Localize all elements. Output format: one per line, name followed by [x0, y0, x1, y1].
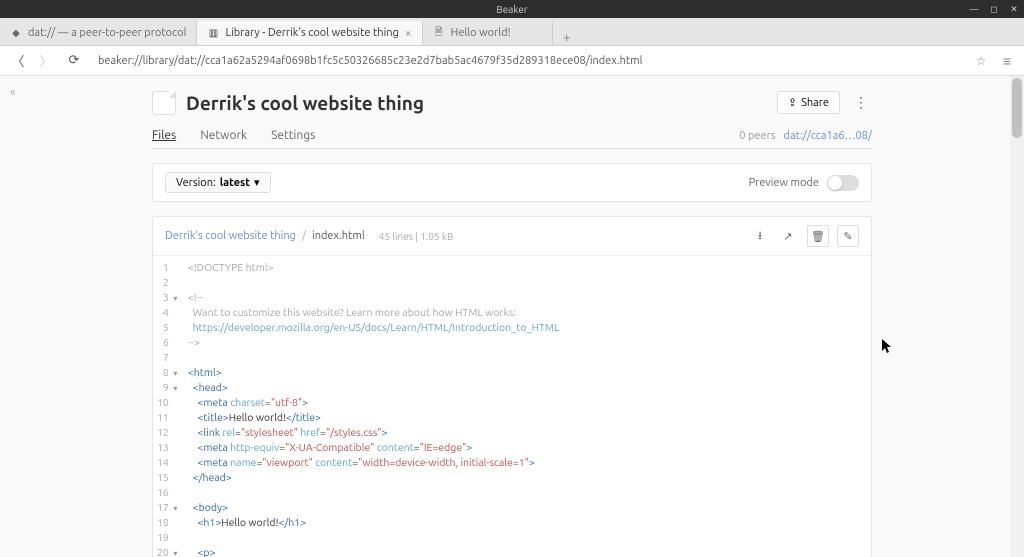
- scrollbar-track[interactable]: [1010, 76, 1024, 557]
- share-label: Share: [801, 97, 829, 109]
- page-favicon-icon: 🗎: [433, 27, 445, 39]
- hamburger-menu-icon[interactable]: ≡: [996, 53, 1018, 69]
- code-viewer[interactable]: 123▾45678▾9▾1011121314151617▾181920▾2122…: [153, 256, 871, 557]
- scrollbar-thumb[interactable]: [1012, 78, 1022, 138]
- version-value: latest: [220, 177, 250, 189]
- tab-close-icon[interactable]: ×: [405, 27, 412, 40]
- preview-mode-toggle[interactable]: [827, 175, 859, 191]
- window-titlebar: Beaker — ◻ ✕: [0, 0, 1024, 18]
- tab-dat-protocol[interactable]: ◆ dat:// — a peer-to-peer protocol: [0, 21, 197, 45]
- browser-tabs: ◆ dat:// — a peer-to-peer protocol ▥ Lib…: [0, 18, 1024, 46]
- download-file-icon[interactable]: ⭳: [749, 225, 771, 247]
- site-file-icon: [152, 91, 176, 115]
- tab-label: Hello world!: [451, 27, 542, 39]
- window-controls: — ◻ ✕: [968, 4, 1020, 15]
- breadcrumb-current: index.html: [312, 230, 365, 242]
- tab-files[interactable]: Files: [152, 123, 176, 148]
- mouse-cursor-icon: [882, 339, 894, 355]
- bookmark-star-icon[interactable]: ☆: [970, 54, 992, 68]
- page-content: « Derrik's cool website thing ⇪ Share ⋮ …: [0, 76, 1024, 557]
- version-label: Version:: [176, 177, 216, 189]
- tab-hello-world[interactable]: 🗎 Hello world!: [423, 21, 553, 45]
- file-meta: 45 lines | 1.05 kB: [379, 231, 454, 242]
- peers-count: 0 peers: [739, 130, 775, 142]
- code-body[interactable]: <!DOCTYPE html> <!-- Want to customize t…: [188, 256, 693, 557]
- file-breadcrumb-bar: Derrik's cool website thing / index.html…: [153, 217, 871, 256]
- file-panel: Derrik's cool website thing / index.html…: [152, 216, 872, 557]
- url-bar: 〈 〉 ⟳ ☆ ≡: [0, 46, 1024, 76]
- open-external-icon[interactable]: ↗: [777, 225, 799, 247]
- delete-file-icon[interactable]: 🗑: [807, 225, 829, 247]
- version-toolbar: Version: latest ▾ Preview mode: [152, 163, 872, 202]
- tab-label: Library - Derrik's cool website thing: [225, 27, 398, 39]
- breadcrumb-root[interactable]: Derrik's cool website thing: [165, 230, 296, 242]
- dat-favicon-icon: ◆: [10, 27, 22, 39]
- window-title: Beaker: [496, 4, 527, 15]
- address-input[interactable]: [90, 50, 966, 72]
- tab-label: dat:// — a peer-to-peer protocol: [28, 27, 186, 39]
- line-gutter: 123▾45678▾9▾1011121314151617▾181920▾2122…: [153, 256, 188, 557]
- close-icon[interactable]: ✕: [1008, 4, 1020, 15]
- edit-file-icon[interactable]: ✎: [837, 225, 859, 247]
- tab-network[interactable]: Network: [200, 123, 247, 148]
- version-dropdown[interactable]: Version: latest ▾: [165, 172, 271, 193]
- dat-header: Derrik's cool website thing ⇪ Share ⋮: [152, 84, 872, 123]
- maximize-icon[interactable]: ◻: [988, 4, 1000, 15]
- reload-button[interactable]: ⟳: [62, 49, 86, 73]
- dat-url-link[interactable]: dat://cca1a6…08/: [784, 130, 872, 142]
- section-tabs: Files Network Settings 0 peers dat://cca…: [152, 123, 872, 149]
- share-icon: ⇪: [788, 96, 797, 109]
- share-button[interactable]: ⇪ Share: [777, 91, 840, 114]
- more-options-icon[interactable]: ⋮: [850, 90, 872, 115]
- breadcrumb-sep: /: [302, 230, 306, 242]
- forward-button[interactable]: 〉: [34, 49, 58, 73]
- tab-settings[interactable]: Settings: [271, 123, 315, 148]
- back-button[interactable]: 〈: [6, 49, 30, 73]
- preview-mode-label: Preview mode: [749, 177, 819, 189]
- new-tab-button[interactable]: +: [553, 29, 581, 45]
- library-favicon-icon: ▥: [207, 27, 219, 39]
- tab-library[interactable]: ▥ Library - Derrik's cool website thing …: [197, 21, 422, 45]
- minimize-icon[interactable]: —: [968, 4, 980, 15]
- expand-sidebar-icon[interactable]: «: [10, 86, 16, 99]
- chevron-down-icon: ▾: [254, 176, 260, 189]
- page-title: Derrik's cool website thing: [186, 92, 777, 114]
